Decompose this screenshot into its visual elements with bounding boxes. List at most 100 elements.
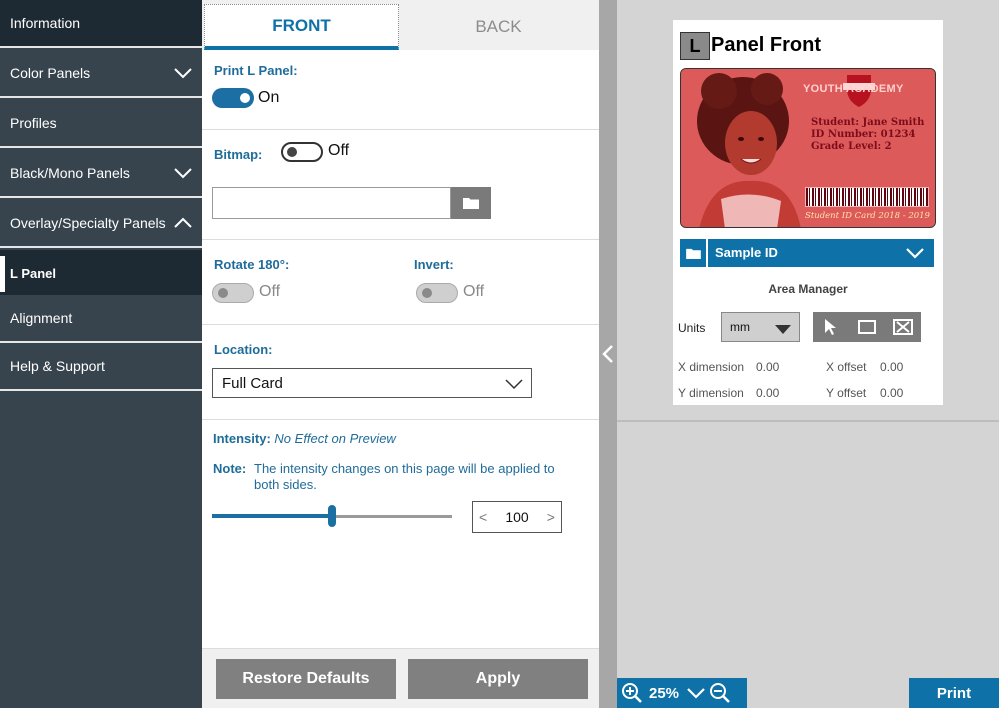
rotate-label: Rotate 180°:	[214, 257, 290, 272]
print-panel-label: Print L Panel:	[214, 63, 298, 78]
intensity-hint: No Effect on Preview	[274, 431, 396, 446]
slider-thumb[interactable]	[328, 505, 336, 527]
slider-fill	[212, 514, 332, 518]
delete-area-icon	[893, 319, 913, 335]
invert-toggle[interactable]	[416, 283, 458, 303]
sidebar: Information Color Panels Profiles Black/…	[0, 0, 202, 708]
x-offset-label: X offset	[826, 360, 867, 374]
print-panel-state: On	[258, 89, 280, 106]
browse-folder-button[interactable]	[451, 187, 491, 219]
toggle-knob	[287, 147, 297, 157]
caret-down-icon	[775, 323, 791, 337]
zoom-out-icon[interactable]	[709, 682, 731, 704]
side-tabs: FRONT BACK	[202, 0, 599, 50]
card-id-number: ID Number: 01234	[811, 129, 916, 140]
chevron-up-icon[interactable]	[166, 208, 200, 238]
panel-footer: Restore Defaults Apply	[202, 648, 599, 708]
sidebar-item-overlay-specialty-panels[interactable]: Overlay/Specialty Panels	[0, 200, 202, 248]
x-dimension-label: X dimension	[678, 360, 745, 374]
bitmap-path-input[interactable]	[212, 187, 451, 219]
tab-back[interactable]: BACK	[401, 4, 596, 50]
sidebar-item-label: Overlay/Specialty Panels	[10, 215, 166, 231]
chevron-down-icon	[505, 377, 523, 394]
location-value: Full Card	[222, 374, 283, 392]
x-dimension-value: 0.00	[756, 360, 780, 374]
sidebar-item-label: Alignment	[10, 310, 73, 326]
bitmap-state: Off	[328, 142, 350, 159]
stepper-increment[interactable]: >	[547, 509, 555, 525]
x-offset-value: 0.00	[880, 360, 904, 374]
sidebar-item-label: Help & Support	[10, 358, 105, 374]
cursor-icon	[825, 319, 836, 335]
preview-bottom-bar: 25% Print	[617, 678, 999, 708]
location-select[interactable]: Full Card	[212, 368, 532, 398]
print-panel-section: Print L Panel: On	[202, 50, 599, 130]
restore-defaults-button[interactable]: Restore Defaults	[216, 659, 396, 699]
stepper-decrement[interactable]: <	[479, 509, 487, 525]
id-card-preview: YOUTH ACADEMY Student: Jane Smith ID Num…	[680, 68, 936, 228]
units-value: mm	[730, 320, 750, 334]
rotate-toggle[interactable]	[212, 283, 254, 303]
bitmap-section: Bitmap: Off	[202, 130, 599, 240]
intensity-label: Intensity:	[213, 431, 271, 446]
apply-button[interactable]: Apply	[408, 659, 588, 699]
chevron-left-icon[interactable]	[602, 344, 614, 369]
card-footer: Student ID Card 2018 - 2019	[805, 211, 930, 221]
zoom-in-icon[interactable]	[621, 682, 643, 704]
tab-front[interactable]: FRONT	[204, 4, 399, 50]
note-text: The intensity changes on this page will …	[254, 461, 555, 492]
sidebar-item-color-panels[interactable]: Color Panels	[0, 50, 202, 98]
chevron-down-icon[interactable]	[166, 158, 200, 188]
print-button[interactable]: Print	[909, 678, 999, 708]
y-offset-value: 0.00	[880, 386, 904, 400]
rectangle-icon	[858, 320, 876, 334]
toggle-knob	[422, 288, 432, 298]
toggle-knob	[218, 288, 228, 298]
chevron-down-icon[interactable]	[166, 58, 200, 88]
units-select[interactable]: mm	[721, 312, 800, 342]
preview-area: L Panel Front YOUTH ACADEMY Student: Jan…	[617, 0, 999, 708]
folder-icon	[685, 248, 701, 259]
intensity-slider[interactable]	[212, 505, 452, 527]
sidebar-item-information[interactable]: Information	[0, 0, 202, 48]
card-student: Student: Jane Smith	[811, 117, 925, 128]
sidebar-item-alignment[interactable]: Alignment	[0, 295, 202, 343]
sidebar-item-label: Profiles	[10, 115, 57, 131]
toggle-knob	[240, 93, 250, 103]
stepper-value[interactable]: 100	[505, 509, 528, 525]
select-tool-button[interactable]	[813, 312, 849, 342]
invert-state: Off	[463, 283, 485, 300]
card-barcode	[805, 187, 929, 207]
rotate-invert-section: Rotate 180°: Off Invert: Off	[202, 240, 599, 325]
sidebar-item-label: Information	[10, 15, 81, 31]
area-manager-title: Area Manager	[768, 282, 848, 296]
sample-folder-button[interactable]	[680, 239, 708, 267]
sidebar-item-help-support[interactable]: Help & Support	[0, 343, 202, 391]
delete-area-button[interactable]	[885, 312, 921, 342]
collapse-splitter[interactable]	[599, 0, 617, 708]
intensity-note: Note: The intensity changes on this page …	[213, 461, 583, 493]
sidebar-item-l-panel[interactable]: L Panel	[0, 250, 202, 298]
card-school-name: YOUTH ACADEMY	[803, 83, 904, 95]
preview-divider	[617, 420, 999, 422]
sidebar-item-label: Color Panels	[10, 65, 91, 81]
draw-rectangle-button[interactable]	[849, 312, 885, 342]
card-info: Student: Jane Smith ID Number: 01234 Gra…	[811, 117, 924, 153]
preview-card: L Panel Front YOUTH ACADEMY Student: Jan…	[673, 20, 943, 405]
zoom-level: 25%	[649, 684, 680, 702]
sample-selector[interactable]: Sample ID	[680, 239, 934, 267]
rotate-state: Off	[259, 283, 281, 300]
chevron-down-icon[interactable]	[687, 687, 705, 699]
intensity-line: Intensity: No Effect on Preview	[213, 431, 396, 446]
y-dimension-value: 0.00	[756, 386, 780, 400]
bitmap-label: Bitmap:	[214, 147, 263, 162]
print-panel-toggle[interactable]	[212, 88, 254, 108]
zoom-controls: 25%	[617, 678, 747, 708]
units-label: Units	[678, 321, 706, 335]
sidebar-item-black-mono-panels[interactable]: Black/Mono Panels	[0, 150, 202, 198]
sidebar-item-profiles[interactable]: Profiles	[0, 100, 202, 148]
bitmap-toggle[interactable]	[281, 142, 323, 162]
chevron-down-icon[interactable]	[906, 246, 924, 264]
sidebar-item-label: Black/Mono Panels	[10, 165, 130, 181]
y-dimension-label: Y dimension	[678, 386, 744, 400]
